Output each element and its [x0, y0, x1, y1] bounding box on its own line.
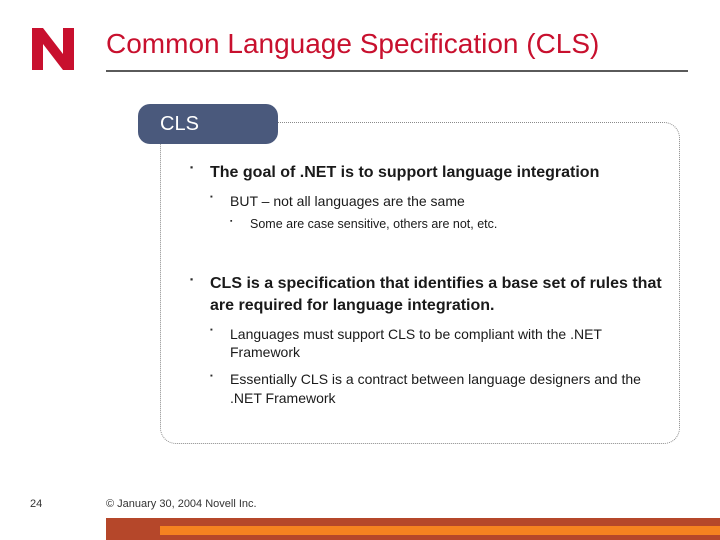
section-label: CLS [138, 104, 278, 144]
slide-title: Common Language Specification (CLS) [106, 28, 599, 60]
title-underline [106, 70, 688, 72]
section-label-text: CLS [160, 113, 199, 136]
page-number: 24 [30, 498, 42, 510]
bullet-2-1: Languages must support CLS to be complia… [210, 325, 664, 363]
bullet-list: The goal of .NET is to support language … [190, 162, 664, 418]
novell-logo [28, 24, 78, 74]
bullet-2: CLS is a specification that identifies a… [190, 273, 664, 408]
copyright: © January 30, 2004 Novell Inc. [106, 498, 257, 510]
bullet-2-2: Essentially CLS is a contract between la… [210, 370, 664, 408]
bullet-1: The goal of .NET is to support language … [190, 162, 664, 233]
footer-bar-bright [160, 526, 720, 535]
bullet-1-1: BUT – not all languages are the same Som… [210, 192, 664, 234]
bullet-1-1-1: Some are case sensitive, others are not,… [230, 216, 664, 233]
